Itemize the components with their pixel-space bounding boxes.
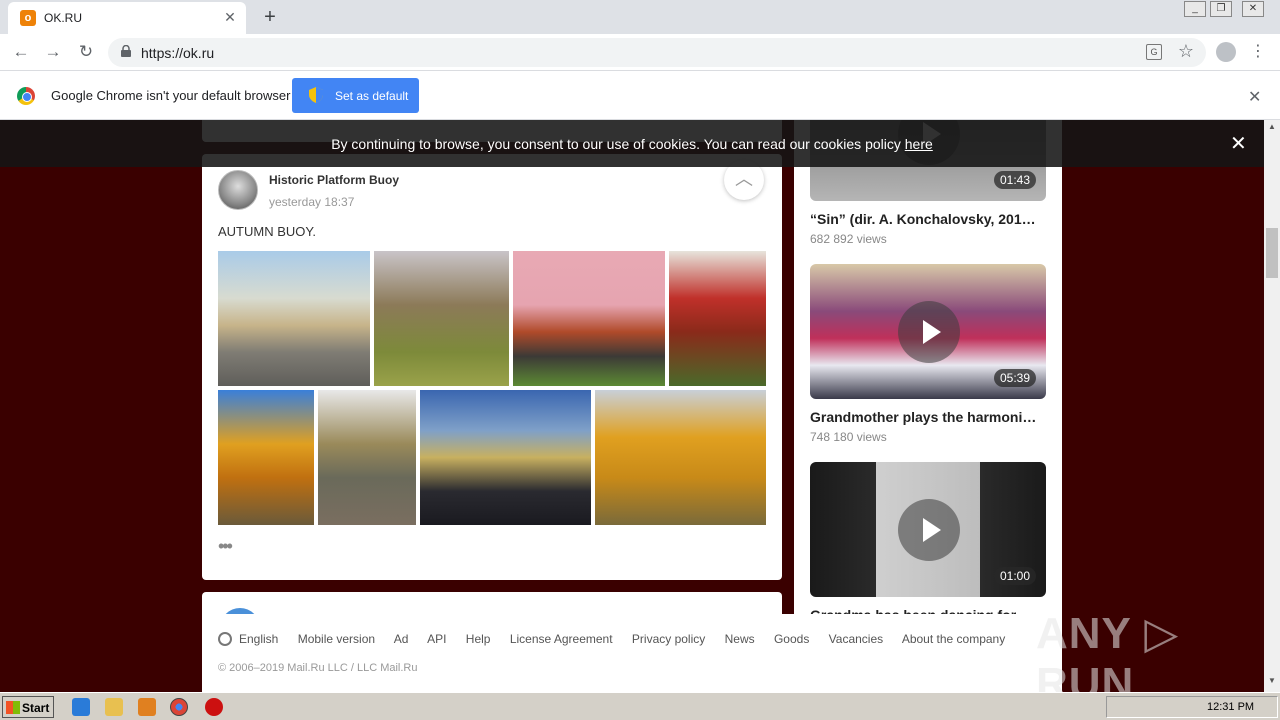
folder-icon[interactable] [105,698,123,716]
browser-tab[interactable]: о OK.RU ✕ [8,2,246,34]
video-thumbnail[interactable]: 05:39 [810,264,1046,399]
tab-close-icon[interactable]: ✕ [222,9,238,25]
play-icon[interactable] [898,301,960,363]
footer-link-vacancies[interactable]: Vacancies [829,632,883,646]
feed-post: Historic Platform Buoy yesterday 18:37 ︿… [202,154,782,580]
bookmark-star-icon[interactable]: ☆ [1178,41,1194,62]
site-footer: English Mobile version Ad API Help Licen… [202,614,1062,692]
default-browser-infobar: Google Chrome isn't your default browser… [0,71,1280,120]
browser-titlebar: о OK.RU ✕ + _ ❐ ✕ [0,0,1280,34]
scroll-up-arrow-icon[interactable]: ▲ [1264,122,1280,136]
cookie-message: By continuing to browse, you consent to … [331,136,905,152]
video-views: 682 892 views [810,232,887,246]
footer-link-license[interactable]: License Agreement [510,632,613,646]
reload-button[interactable]: ↻ [75,41,97,63]
lock-icon [121,45,131,57]
windows-logo-icon [6,701,20,714]
translate-icon[interactable]: G [1146,44,1162,60]
back-button[interactable]: ← [10,41,32,63]
post-photo[interactable] [669,251,766,386]
video-duration: 01:43 [993,171,1036,189]
footer-links: English Mobile version Ad API Help Licen… [239,632,1021,646]
ok-favicon-icon: о [20,10,36,26]
video-title[interactable]: Grandmother plays the harmoni… [810,409,1036,425]
windows-taskbar: Start 12:31 PM [0,692,1280,720]
tab-title: OK.RU [44,11,83,25]
video-card[interactable]: 05:39 Grandmother plays the harmoni… 748… [810,264,1046,444]
ie-icon[interactable] [72,698,90,716]
url-text: https://ok.ru [141,45,215,61]
footer-link-privacy[interactable]: Privacy policy [632,632,705,646]
footer-copyright: © 2006–2019 Mail.Ru LLC / LLC Mail.Ru [218,662,418,674]
chrome-taskbar-icon[interactable] [170,698,188,716]
footer-link-news[interactable]: News [725,632,755,646]
start-label: Start [22,701,50,715]
post-author[interactable]: Historic Platform Buoy [269,173,399,187]
scrollbar-thumb[interactable] [1266,228,1278,278]
video-duration: 05:39 [993,369,1036,387]
restore-button[interactable]: ❐ [1210,1,1232,17]
start-button[interactable]: Start [2,696,54,718]
cookie-consent-bar: By continuing to browse, you consent to … [0,120,1264,167]
post-text: AUTUMN BUOY. [218,224,316,239]
post-photo[interactable] [218,390,314,525]
page-viewport: Historic Platform Buoy yesterday 18:37 ︿… [0,120,1264,692]
chrome-logo-icon [17,87,35,105]
close-window-button[interactable]: ✕ [1242,1,1264,17]
post-time[interactable]: yesterday 18:37 [269,195,354,209]
post-photo[interactable] [374,251,509,386]
footer-link-about[interactable]: About the company [902,632,1005,646]
browser-toolbar: ← → ↻ https://ok.ru G ☆ [0,34,1280,71]
video-views: 748 180 views [810,430,887,444]
footer-link-ad[interactable]: Ad [394,632,409,646]
more-dots-icon[interactable]: ••• [218,536,233,557]
video-thumbnail[interactable]: 01:00 [810,462,1046,597]
new-tab-button[interactable]: + [258,6,282,28]
video-card[interactable]: 01:00 Grandma has been dancing for… [810,462,1046,623]
post-photo[interactable] [420,390,591,525]
footer-link-english[interactable]: English [239,632,278,646]
system-tray: 12:31 PM [1106,696,1278,718]
post-photo[interactable] [218,251,370,386]
footer-link-api[interactable]: API [427,632,446,646]
set-default-label: Set as default [335,89,409,103]
profile-avatar-icon[interactable] [1216,42,1236,62]
video-sidebar: 01:43 “Sin” (dir. A. Konchalovsky, 201… … [794,120,1062,692]
infobar-message: Google Chrome isn't your default browser [51,88,291,103]
infobar-close-icon[interactable]: ✕ [1248,87,1261,107]
video-duration: 01:00 [993,567,1036,585]
cookie-text: By continuing to browse, you consent to … [0,136,1264,152]
address-bar[interactable]: https://ok.ru G ☆ [108,38,1206,67]
cookie-policy-link[interactable]: here [905,136,933,152]
taskbar-clock: 12:31 PM [1207,701,1255,713]
globe-icon [218,632,232,646]
video-title[interactable]: “Sin” (dir. A. Konchalovsky, 201… [810,211,1036,227]
post-photo[interactable] [513,251,665,386]
footer-link-mobile[interactable]: Mobile version [298,632,375,646]
cookie-close-icon[interactable]: ✕ [1230,131,1247,156]
chrome-menu-icon[interactable]: ⋮ [1250,42,1266,62]
author-avatar[interactable] [218,170,258,210]
forward-button[interactable]: → [42,41,64,63]
footer-link-goods[interactable]: Goods [774,632,809,646]
scroll-down-arrow-icon[interactable]: ▼ [1264,676,1280,690]
post-photo[interactable] [318,390,416,525]
media-player-icon[interactable] [138,698,156,716]
shield-icon [309,87,323,103]
set-default-button[interactable]: Set as default [292,78,419,113]
play-icon[interactable] [898,499,960,561]
footer-link-help[interactable]: Help [466,632,491,646]
minimize-button[interactable]: _ [1184,1,1206,17]
post-photo[interactable] [595,390,766,525]
antivirus-icon[interactable] [205,698,223,716]
page-scrollbar[interactable]: ▲ ▼ [1264,120,1280,692]
